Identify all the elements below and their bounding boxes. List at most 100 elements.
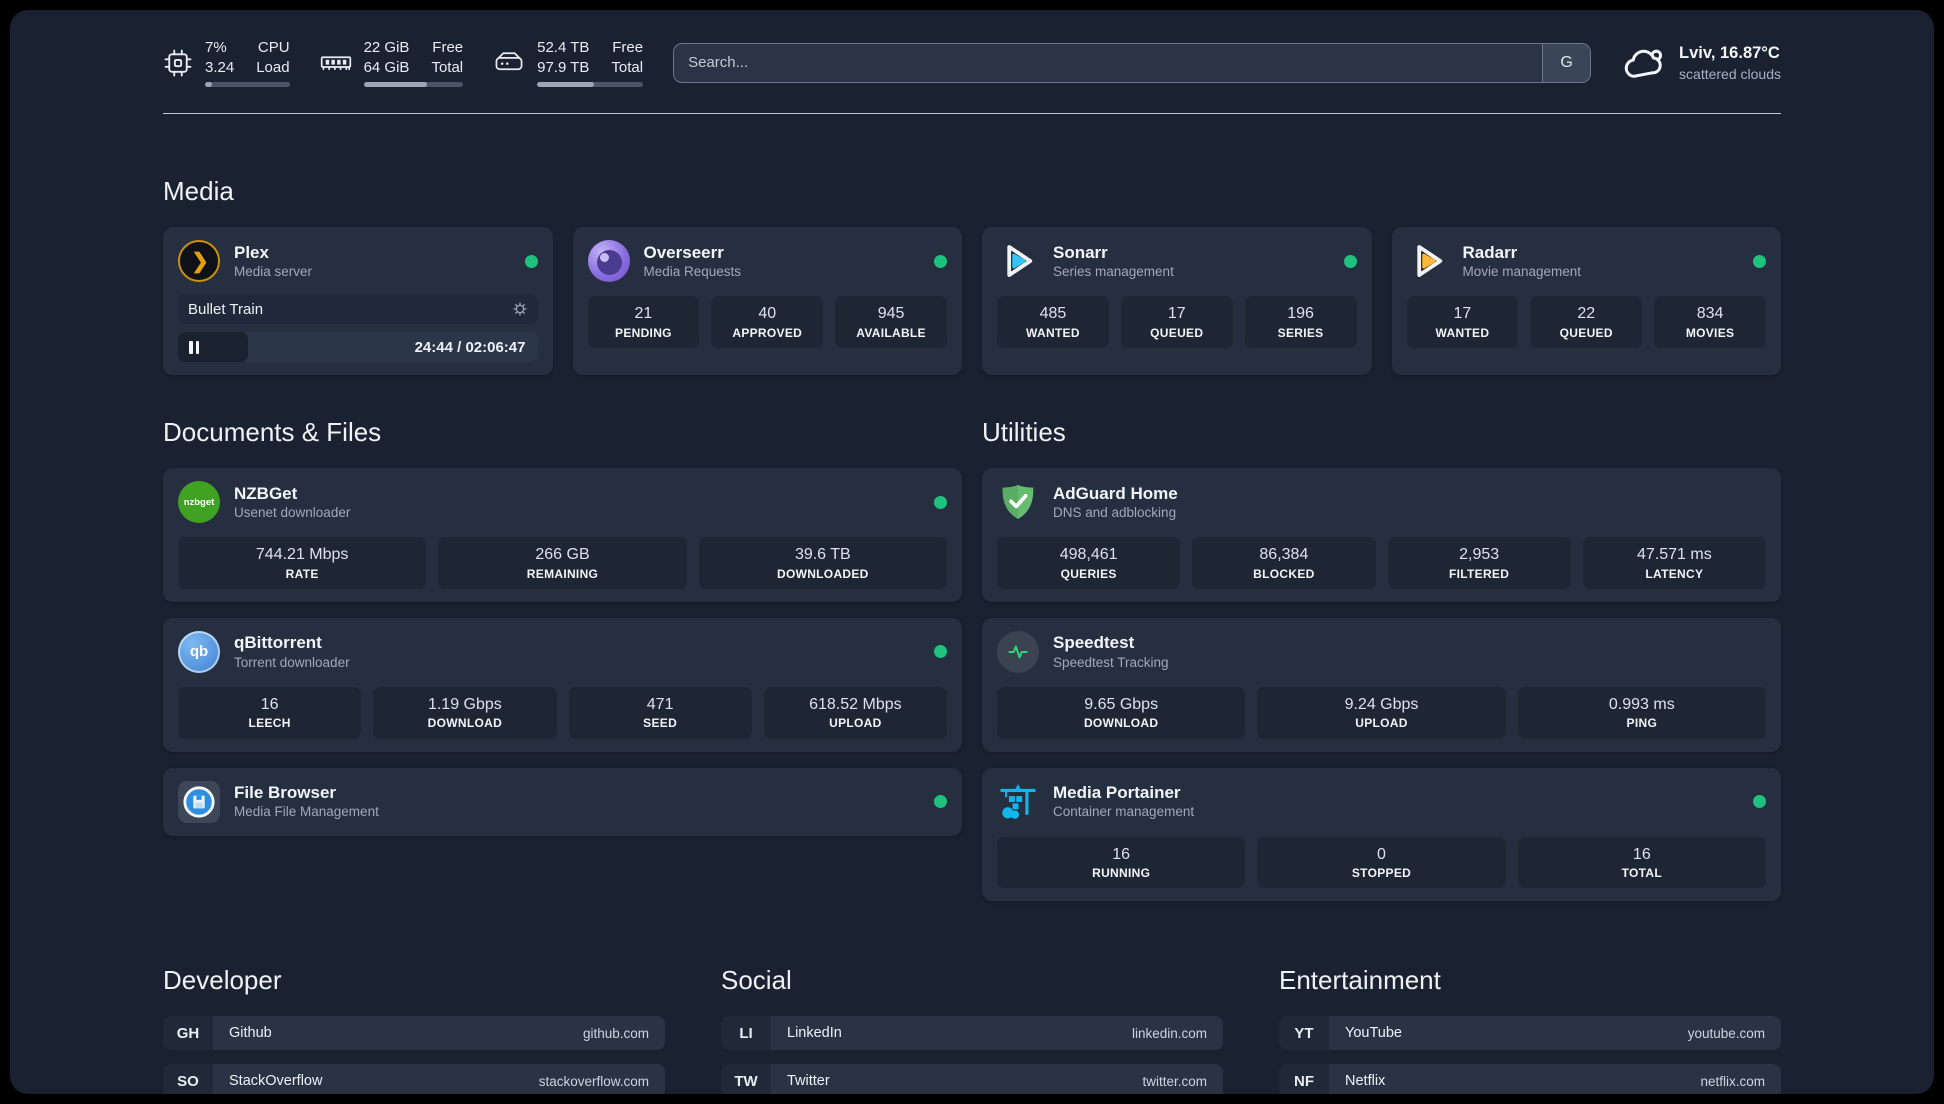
stat-value: 0.993 ms: [1608, 695, 1675, 713]
app-card-overseerr[interactable]: Overseerr Media Requests 21 PENDING 40 A…: [572, 227, 962, 375]
stat-value: 0: [1377, 845, 1386, 863]
bookmark-twitter[interactable]: TW Twitter twitter.com: [721, 1064, 1223, 1094]
bookmark-name: Twitter: [787, 1073, 830, 1090]
app-card-qbittorrent[interactable]: qb qBittorrent Torrent downloader 16 LEE…: [163, 617, 962, 752]
cloud-icon: [1621, 42, 1667, 84]
gear-icon[interactable]: [512, 301, 528, 317]
app-description: Torrent downloader: [234, 654, 350, 670]
bookmark-url: stackoverflow.com: [538, 1073, 649, 1089]
stat-tile: 40 APPROVED: [711, 296, 824, 348]
search-input[interactable]: [673, 42, 1592, 83]
app-name: Speedtest: [1053, 633, 1135, 653]
stat-value: 16: [1112, 845, 1131, 863]
stat-label: QUEUED: [1559, 325, 1613, 340]
bookmark-netflix[interactable]: NF Netflix netflix.com: [1279, 1064, 1781, 1094]
stat-value: 17: [1167, 305, 1186, 322]
app-name: Sonarr: [1053, 242, 1108, 262]
app-name: File Browser: [234, 783, 337, 803]
sonarr-icon: [997, 240, 1039, 282]
app-card-speedtest[interactable]: Speedtest Speedtest Tracking 9.65 Gbps D…: [982, 617, 1781, 752]
app-description: Container management: [1053, 804, 1195, 820]
cpu-progress-bar: [205, 82, 290, 87]
weather-location-temp: Lviv, 16.87°C: [1679, 44, 1780, 63]
cpu-usage-value: 7%: [205, 39, 227, 56]
stat-label: DOWNLOADED: [776, 566, 869, 581]
memory-progress-bar: [363, 82, 464, 87]
stat-tile: 1.19 Gbps DOWNLOAD: [373, 686, 557, 739]
app-description: Media server: [234, 263, 313, 279]
app-name: Media Portainer: [1053, 783, 1181, 803]
status-dot: [1753, 254, 1766, 268]
cpu-label: CPU: [257, 39, 290, 56]
stat-label: UPLOAD: [1355, 716, 1408, 731]
stat-tile: 16 LEECH: [178, 686, 362, 739]
disk-total-label: Total: [611, 58, 644, 76]
app-name: Radarr: [1462, 242, 1518, 262]
stat-value: 744.21 Mbps: [255, 546, 349, 563]
app-name: Plex: [234, 242, 269, 262]
stat-value: 945: [877, 305, 905, 322]
stat-label: PENDING: [615, 325, 672, 340]
stat-value: 39.6 TB: [794, 546, 851, 563]
stat-tile: 9.24 Gbps UPLOAD: [1257, 686, 1506, 739]
stat-value: 9.24 Gbps: [1344, 695, 1419, 713]
cpu-load-label: Load: [256, 58, 290, 76]
app-card-sonarr[interactable]: Sonarr Series management 485 WANTED 17 Q…: [982, 227, 1372, 375]
disk-total-value: 97.9 TB: [537, 58, 590, 76]
app-card-filebrowser[interactable]: File Browser Media File Management: [163, 767, 962, 836]
bookmark-abbr: NF: [1279, 1064, 1329, 1094]
stat-label: DOWNLOAD: [427, 716, 503, 731]
stat-tile: 196 SERIES: [1244, 296, 1357, 348]
bookmark-abbr: GH: [163, 1016, 213, 1051]
search-engine-button[interactable]: G: [1542, 43, 1591, 82]
app-card-radarr[interactable]: Radarr Movie management 17 WANTED 22 QUE…: [1391, 227, 1781, 375]
stat-label: WANTED: [1026, 325, 1080, 340]
stat-value: 47.571 ms: [1637, 546, 1712, 563]
stat-value: 266 GB: [535, 546, 590, 563]
app-card-plex[interactable]: ❯ Plex Media server Bullet Train 24:44 /…: [163, 227, 553, 375]
app-description: DNS and adblocking: [1053, 504, 1177, 520]
stat-label: FILTERED: [1449, 566, 1510, 581]
stat-label: BLOCKED: [1253, 566, 1315, 581]
bookmark-stackoverflow[interactable]: SO StackOverflow stackoverflow.com: [163, 1064, 665, 1094]
stat-tile: 39.6 TB DOWNLOADED: [698, 537, 947, 589]
portainer-icon: [997, 781, 1039, 823]
stat-tile: 22 QUEUED: [1530, 296, 1643, 348]
bookmark-linkedin[interactable]: LI LinkedIn linkedin.com: [721, 1016, 1223, 1051]
stat-tile: 945 AVAILABLE: [835, 296, 947, 348]
stat-value: 618.52 Mbps: [809, 695, 902, 713]
app-card-adguard[interactable]: AdGuard Home DNS and adblocking 498,461 …: [982, 468, 1781, 602]
adguard-icon: [997, 481, 1039, 523]
bookmark-abbr: SO: [163, 1064, 213, 1094]
stat-label: REMAINING: [526, 566, 599, 581]
stat-tile: 498,461 QUERIES: [997, 537, 1181, 589]
app-card-portainer[interactable]: Media Portainer Container management 16 …: [982, 767, 1781, 902]
app-description: Usenet downloader: [234, 504, 351, 520]
bookmark-url: linkedin.com: [1131, 1025, 1207, 1041]
stat-label: RATE: [285, 566, 319, 581]
stat-tile: 16 TOTAL: [1517, 836, 1766, 889]
bookmark-url: youtube.com: [1687, 1025, 1765, 1041]
stat-label: MOVIES: [1685, 325, 1735, 340]
stat-value: 1.19 Gbps: [427, 695, 502, 713]
stat-value: 17: [1453, 305, 1472, 322]
stat-tile: 485 WANTED: [997, 296, 1109, 348]
stat-tile: 0 STOPPED: [1257, 836, 1506, 889]
app-description: Speedtest Tracking: [1053, 654, 1169, 670]
speedtest-icon: [997, 630, 1039, 673]
stat-value: 22: [1577, 305, 1596, 322]
stat-tile: 47.571 ms LATENCY: [1582, 537, 1766, 589]
status-dot: [1753, 795, 1766, 809]
weather-widget: Lviv, 16.87°C scattered clouds: [1621, 42, 1781, 84]
stat-value: 40: [758, 305, 777, 322]
stat-value: 2,953: [1459, 546, 1500, 563]
stat-value: 471: [646, 695, 674, 713]
section-title-documents: Documents & Files: [163, 417, 382, 447]
disk-icon: [493, 48, 525, 78]
app-card-nzbget[interactable]: nzbget NZBGet Usenet downloader 744.21 M…: [163, 468, 962, 602]
bookmark-youtube[interactable]: YT YouTube youtube.com: [1279, 1016, 1781, 1051]
stat-tile: 21 PENDING: [587, 296, 700, 348]
bookmark-github[interactable]: GH Github github.com: [163, 1016, 665, 1051]
stat-tile: 471 SEED: [568, 686, 752, 739]
memory-icon: [320, 48, 352, 78]
